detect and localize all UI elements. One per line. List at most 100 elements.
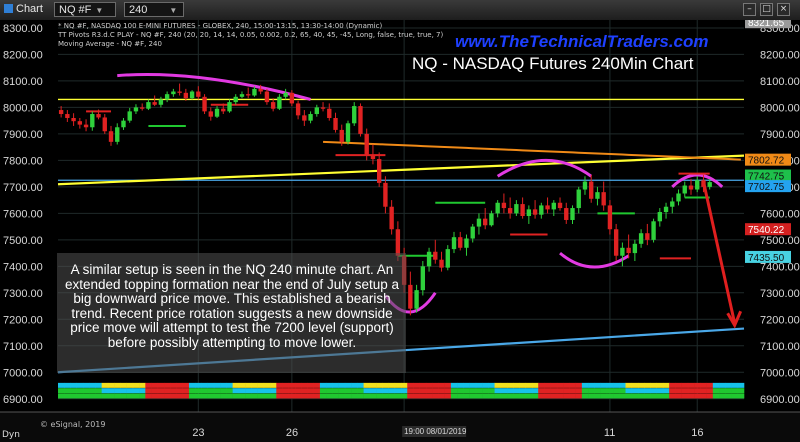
- app-label-text: Chart: [16, 3, 43, 15]
- indicator-band-cell: [188, 388, 196, 394]
- indicator-band-cell: [425, 388, 433, 394]
- candle-body: [613, 229, 619, 256]
- symbol-selector[interactable]: NQ #F ▼: [54, 2, 116, 17]
- y-tick-label: 7300.00: [760, 288, 800, 300]
- indicator-band-cell: [251, 388, 258, 394]
- indicator-band-cell: [363, 388, 371, 394]
- indicator-band-cell: [700, 382, 707, 388]
- candle-body: [127, 111, 132, 121]
- indicator-band-cell: [201, 393, 208, 399]
- indicator-band-cell: [170, 393, 177, 399]
- candle-body: [688, 185, 694, 190]
- indicator-band-cell: [625, 382, 633, 388]
- indicator-band-cell: [550, 388, 558, 394]
- indicator-band-cell: [694, 393, 701, 399]
- indicator-band-cell: [164, 382, 171, 388]
- price-tag-label: 7802.72: [748, 156, 785, 167]
- restore-icon[interactable]: □: [760, 3, 773, 16]
- indicator-band-cell: [157, 388, 165, 394]
- candle-body: [601, 192, 606, 206]
- interval-selector[interactable]: 240 ▼: [124, 2, 184, 17]
- candle-body: [507, 208, 513, 214]
- indicator-band-cell: [176, 382, 184, 388]
- candle-body: [333, 118, 338, 130]
- y-tick-label: 7600.00: [760, 208, 800, 220]
- indicator-band-cell: [563, 382, 570, 388]
- x-tick-label: 23: [192, 427, 204, 439]
- indicator-band-cell: [195, 388, 202, 394]
- indicator-band-cell: [681, 388, 689, 394]
- indicator-band-cell: [519, 388, 527, 394]
- indicator-band-cell: [326, 382, 333, 388]
- chart-app-label: Chart: [4, 2, 43, 17]
- indicator-band-cell: [401, 388, 408, 394]
- indicator-band-cell: [600, 393, 608, 399]
- candle-body: [320, 107, 326, 109]
- indicator-band-cell: [282, 382, 290, 388]
- indicator-band-cell: [245, 388, 252, 394]
- indicator-band-cell: [64, 388, 71, 394]
- indicator-band-cell: [519, 382, 527, 388]
- indicator-band-cell: [488, 393, 495, 399]
- indicator-band-cell: [401, 382, 408, 388]
- indicator-band-cell: [257, 382, 265, 388]
- y-tick-label-left: 7600.00: [3, 208, 43, 220]
- indicator-band-cell: [58, 393, 65, 399]
- indicator-band-cell: [294, 388, 302, 394]
- indicator-band-cell: [95, 393, 102, 399]
- candle-body: [551, 202, 556, 210]
- indicator-band-cell: [126, 393, 134, 399]
- indicator-band-cell: [563, 393, 570, 399]
- candle-body: [657, 212, 662, 222]
- indicator-band-cell: [507, 388, 514, 394]
- study-line-3: Moving Average - NQ #F, 240: [58, 40, 162, 48]
- candle-body: [140, 107, 145, 109]
- indicator-band-cell: [157, 382, 165, 388]
- minimize-icon[interactable]: –: [743, 3, 756, 16]
- candle-body: [115, 127, 120, 142]
- price-chart[interactable]: 6900.00 6900.00 7000.00 7000.00 7100.00 7100.…: [0, 20, 800, 442]
- y-tick-label: 6900.00: [760, 394, 800, 406]
- indicator-band-cell: [662, 382, 670, 388]
- indicator-band-cell: [313, 393, 321, 399]
- chart-titlebar: Chart NQ #F ▼ 240 ▼ – □ ×: [0, 0, 800, 21]
- indicator-band-cell: [575, 393, 583, 399]
- y-tick-label: 8100.00: [760, 76, 800, 88]
- candle-body: [632, 243, 638, 254]
- indicator-band-cell: [575, 382, 583, 388]
- indicator-band-cell: [675, 382, 682, 388]
- indicator-band-cell: [588, 382, 595, 388]
- study-line-1: * NQ #F, NASDAQ 100 E-MINI FUTURES - GLO…: [58, 22, 383, 30]
- indicator-band-cell: [82, 393, 90, 399]
- y-tick-label-left: 8100.00: [3, 76, 43, 88]
- y-tick-label-left: 7500.00: [3, 235, 43, 247]
- indicator-band-cell: [525, 393, 533, 399]
- indicator-band-cell: [288, 393, 296, 399]
- indicator-band-cell: [494, 388, 502, 394]
- indicator-band-cell: [507, 393, 514, 399]
- indicator-band-cell: [544, 382, 551, 388]
- price-tag-label: 7435.50: [748, 253, 785, 264]
- close-icon[interactable]: ×: [777, 3, 790, 16]
- candle-body: [433, 251, 438, 260]
- y-tick-label: 8200.00: [760, 49, 800, 61]
- time-axis-bg: [0, 412, 800, 442]
- candle-body: [595, 192, 600, 199]
- indicator-band-cell: [326, 393, 333, 399]
- indicator-band-cell: [494, 393, 502, 399]
- indicator-band-cell: [363, 393, 371, 399]
- y-tick-label-left: 6900.00: [3, 394, 43, 406]
- indicator-band-cell: [344, 382, 352, 388]
- indicator-band-cell: [70, 382, 78, 388]
- indicator-band-cell: [637, 388, 645, 394]
- indicator-band-cell: [64, 393, 71, 399]
- indicator-band-cell: [581, 388, 589, 394]
- indicator-band-cell: [76, 388, 84, 394]
- candle-body: [458, 237, 463, 248]
- indicator-band-cell: [650, 388, 657, 394]
- candle-body: [358, 106, 363, 134]
- commentary-text: A similar setup is seen in the NQ 240 mi…: [65, 262, 399, 350]
- indicator-band-cell: [438, 388, 445, 394]
- indicator-band-cell: [139, 388, 146, 394]
- indicator-band-cell: [631, 393, 639, 399]
